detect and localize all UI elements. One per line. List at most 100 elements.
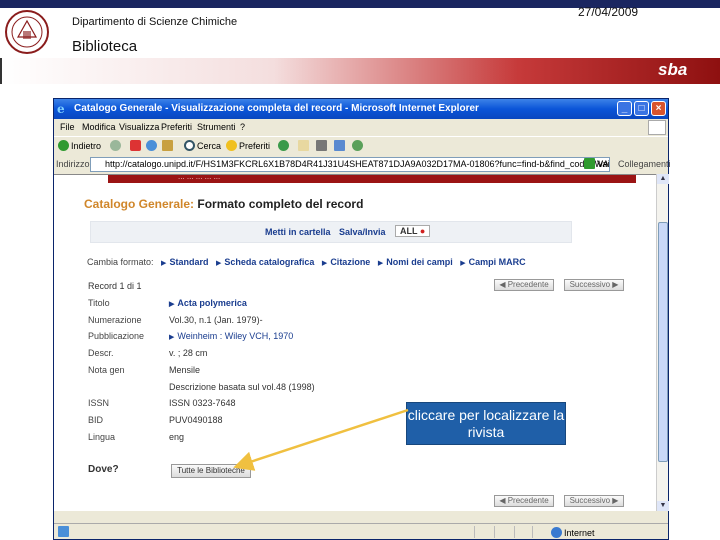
add-to-folder-link[interactable]: Metti in cartella — [265, 227, 331, 237]
band-divider — [0, 58, 2, 84]
maximize-button[interactable]: □ — [634, 101, 649, 116]
format-standard-link[interactable]: Standard — [169, 257, 208, 267]
browser-titlebar[interactable]: e Catalogo Generale - Visualizzazione co… — [54, 99, 668, 119]
field-label-title: Titolo — [88, 298, 110, 308]
edit-button[interactable] — [334, 140, 347, 151]
status-divider — [494, 526, 495, 538]
stop-button[interactable] — [130, 140, 143, 151]
field-value-title[interactable]: ▶ Acta polymerica — [169, 298, 247, 308]
previous-button-top[interactable]: ◀ Precedente — [494, 279, 554, 291]
university-seal-logo — [5, 10, 49, 54]
print-icon — [316, 140, 327, 151]
record-action-bar: Metti in cartella Salva/Invia ALL ● — [90, 221, 572, 243]
field-label-description: Descr. — [88, 348, 114, 358]
forward-button[interactable] — [110, 140, 123, 151]
history-button[interactable] — [278, 140, 291, 151]
slide-date: 27/04/2009 — [578, 5, 639, 19]
menu-bar: File Modifica Visualizza Preferiti Strum… — [54, 119, 668, 136]
arrow-icon: ▶ — [215, 260, 222, 267]
next-button-top[interactable]: Successivo ▶ — [564, 279, 624, 291]
menu-help[interactable]: ? — [240, 122, 245, 132]
mail-icon — [298, 140, 309, 151]
messenger-icon — [352, 140, 363, 151]
field-label-numbering: Numerazione — [88, 315, 142, 325]
arrow-icon: ▶ — [161, 260, 167, 267]
scroll-down-icon[interactable]: ▼ — [657, 501, 669, 511]
all-badge[interactable]: ALL ● — [395, 225, 431, 237]
field-label-language: Lingua — [88, 432, 116, 442]
minimize-button[interactable]: _ — [617, 101, 632, 116]
header-gradient-band — [0, 58, 720, 84]
all-icon: ● — [419, 226, 426, 236]
status-divider — [532, 526, 533, 538]
menu-modifica[interactable]: Modifica — [82, 122, 116, 132]
vertical-scrollbar[interactable]: ▲ ▼ — [656, 174, 669, 511]
status-bar: Internet — [54, 523, 668, 539]
arrow-icon: ▶ — [169, 334, 175, 341]
field-value-publication[interactable]: ▶ Weinheim : Wiley VCH, 1970 — [169, 331, 293, 341]
catalog-title: Catalogo Generale: Formato completo del … — [84, 197, 363, 211]
format-catalog-card-link[interactable]: Scheda catalografica — [224, 257, 314, 267]
links-button[interactable]: Collegamenti — [618, 159, 671, 169]
menu-strumenti[interactable]: Strumenti — [197, 122, 236, 132]
refresh-button[interactable] — [146, 140, 159, 151]
field-value-description: v. ; 28 cm — [169, 348, 208, 358]
field-value-note-2: Descrizione basata sul vol.48 (1998) — [169, 382, 315, 392]
edit-icon — [334, 140, 345, 151]
menu-file[interactable]: File — [60, 122, 75, 132]
back-button[interactable]: Indietro — [58, 140, 101, 151]
field-label-publication: Pubblicazione — [88, 331, 145, 341]
page-content: ... ... ... ... ... Catalogo Generale: F… — [54, 174, 656, 511]
favorites-button[interactable]: Preferiti — [226, 140, 270, 151]
next-button-bottom[interactable]: Successivo ▶ — [564, 495, 624, 507]
status-divider — [514, 526, 515, 538]
print-button[interactable] — [316, 140, 329, 151]
format-selector: Cambia formato: ▶ Standard ▶ Scheda catalo… — [87, 257, 526, 267]
globe-icon — [551, 527, 562, 538]
favorites-star-icon — [226, 140, 237, 151]
page-done-icon — [58, 526, 69, 537]
back-arrow-icon — [58, 140, 69, 151]
refresh-icon — [146, 140, 157, 151]
format-marc-link[interactable]: Campi MARC — [469, 257, 526, 267]
header-strip-text: ... ... ... ... ... — [178, 174, 221, 181]
annotation-callout: cliccare per localizzare la rivista — [406, 402, 566, 445]
internet-zone: Internet — [551, 527, 595, 538]
department-name: Dipartimento di Scienze Chimiche — [72, 16, 238, 28]
search-icon — [184, 140, 195, 151]
mail-button[interactable] — [298, 140, 311, 151]
browser-window: e Catalogo Generale - Visualizzazione co… — [53, 98, 671, 540]
sba-logo: sba — [658, 60, 688, 79]
forward-arrow-icon — [110, 140, 121, 151]
all-libraries-button[interactable]: Tutte le Biblioteche — [171, 464, 251, 478]
menu-visualizza[interactable]: Visualizza — [119, 122, 159, 132]
field-label-issn: ISSN — [88, 398, 110, 408]
windows-flag-icon — [648, 120, 666, 135]
catalog-title-rest: Formato completo del record — [197, 197, 364, 211]
menu-preferiti[interactable]: Preferiti — [161, 122, 192, 132]
field-value-language: eng — [169, 432, 185, 442]
field-value-issn: ISSN 0323-7648 — [169, 398, 236, 408]
messenger-button[interactable] — [352, 140, 365, 151]
search-button[interactable]: Cerca — [184, 140, 221, 151]
address-label: Indirizzo — [56, 159, 90, 169]
field-value-bid: PUV0490188 — [169, 415, 223, 425]
save-send-link[interactable]: Salva/Invia — [339, 227, 386, 237]
close-button[interactable]: × — [651, 101, 666, 116]
format-citation-link[interactable]: Citazione — [330, 257, 370, 267]
format-field-names-link[interactable]: Nomi dei campi — [386, 257, 453, 267]
go-button[interactable]: Vai — [584, 158, 609, 169]
previous-button-bottom[interactable]: ◀ Precedente — [494, 495, 554, 507]
home-button[interactable] — [162, 140, 175, 151]
slide: Dipartimento di Scienze Chimiche 27/04/2… — [0, 0, 720, 540]
window-title: Catalogo Generale - Visualizzazione comp… — [74, 103, 479, 114]
scroll-up-icon[interactable]: ▲ — [657, 174, 669, 184]
browser-toolbar: Indietro Cerca Preferiti — [54, 136, 668, 156]
catalog-title-highlight: Catalogo Generale: — [84, 197, 195, 211]
go-arrow-icon — [584, 158, 595, 169]
arrow-icon: ▶ — [460, 260, 466, 267]
address-input[interactable]: http://catalogo.unipd.it/F/HS1M3FKCRL6X1… — [90, 157, 610, 172]
internet-explorer-icon: e — [57, 102, 65, 116]
scrollbar-thumb[interactable] — [658, 222, 668, 462]
section-title: Biblioteca — [72, 38, 138, 55]
